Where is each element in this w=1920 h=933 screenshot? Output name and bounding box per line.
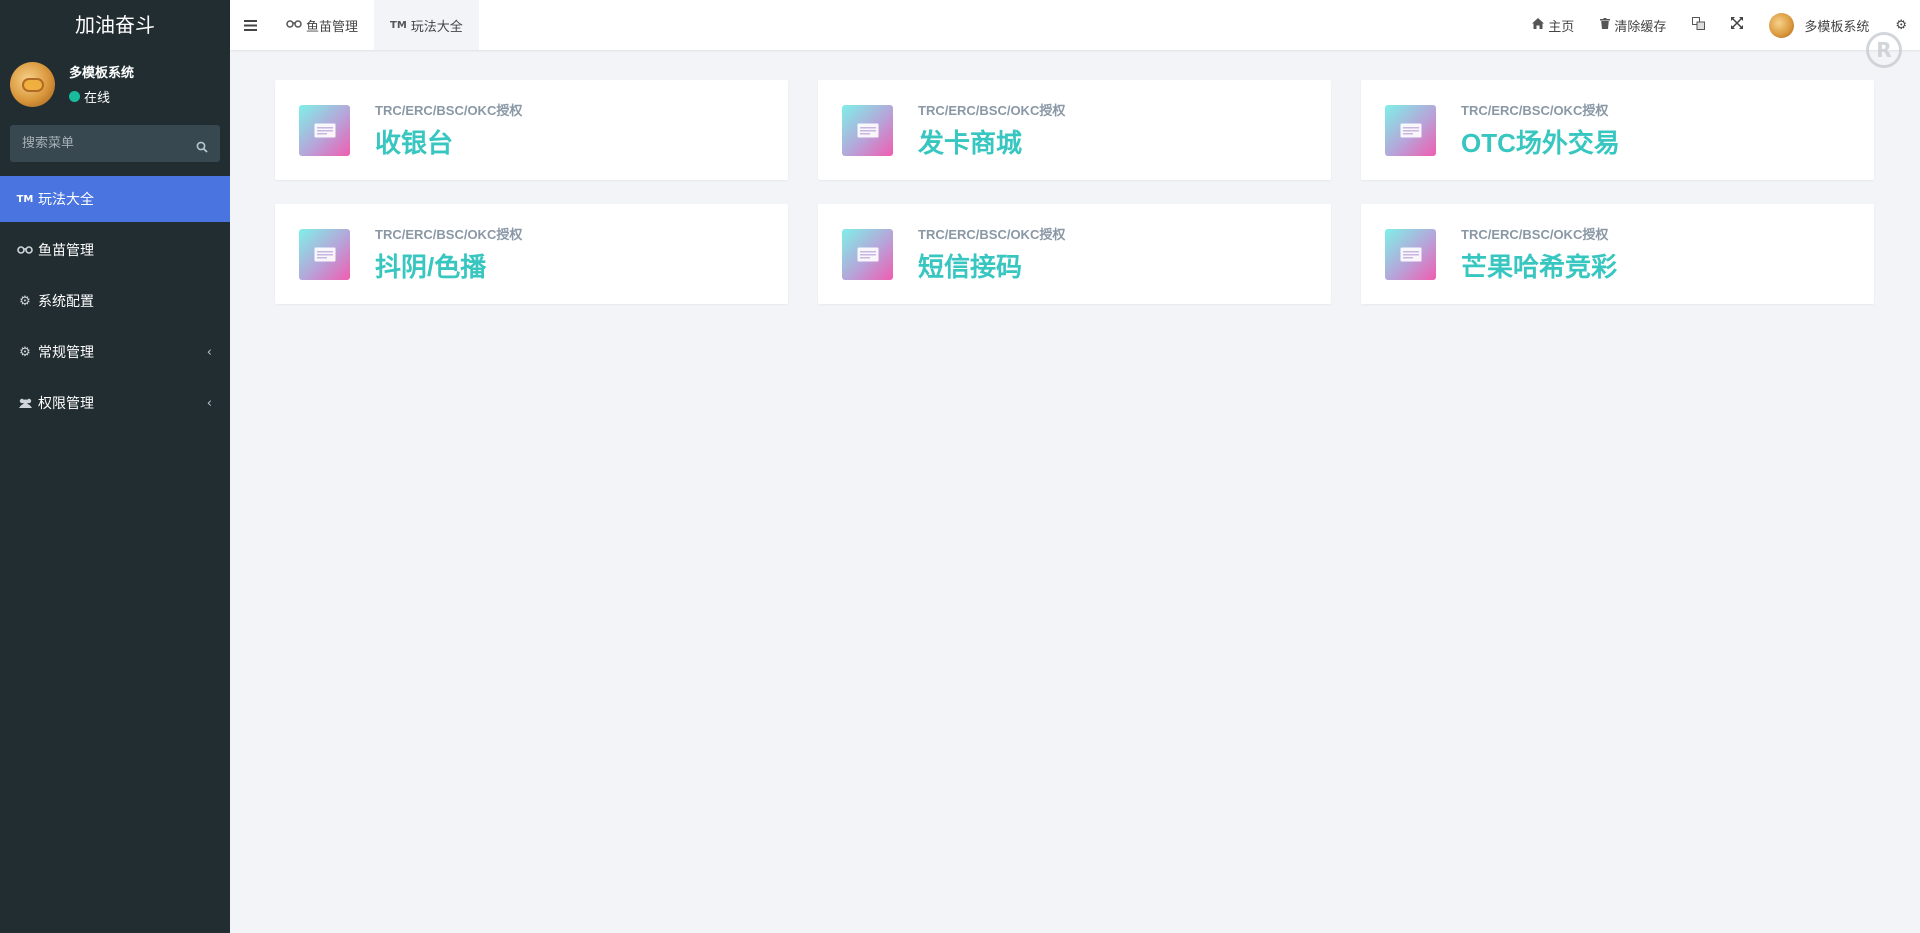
sidebar-item-permission-management[interactable]: 权限管理 ‹ bbox=[0, 380, 230, 426]
sidebar-menu: TM 玩法大全 鱼苗管理 ⚙ 系统配置 ⚙ 常规管理 ‹ 权限管理 ‹ bbox=[0, 176, 230, 426]
hamburger-menu-icon[interactable] bbox=[230, 0, 270, 50]
status-dot-icon bbox=[69, 91, 80, 102]
sidebar-item-system-config[interactable]: ⚙ 系统配置 bbox=[0, 278, 230, 324]
tab-fish-management[interactable]: 鱼苗管理 bbox=[270, 0, 374, 50]
card-icon bbox=[299, 228, 350, 280]
search-input[interactable] bbox=[22, 136, 182, 151]
sidebar-item-general-management[interactable]: ⚙ 常规管理 ‹ bbox=[0, 329, 230, 375]
card-title: 发卡商城 bbox=[918, 128, 1023, 158]
trademark-icon: TM bbox=[390, 19, 407, 31]
clear-cache-button[interactable]: 清除缓存 bbox=[1587, 0, 1679, 50]
tab-gameplay[interactable]: TM 玩法大全 bbox=[374, 0, 479, 50]
card-title: 短信接码 bbox=[918, 252, 1023, 282]
card-title: 抖阴/色播 bbox=[375, 252, 487, 282]
chevron-left-icon: ‹ bbox=[206, 396, 212, 411]
user-menu[interactable]: 多模板系统 bbox=[1756, 0, 1882, 50]
module-card[interactable]: TRC/ERC/BSC/OKC授权 收银台 bbox=[275, 80, 788, 180]
card-icon bbox=[842, 228, 893, 280]
users-icon bbox=[16, 398, 34, 409]
chevron-left-icon: ‹ bbox=[206, 345, 212, 360]
card-subtitle: TRC/ERC/BSC/OKC授权 bbox=[375, 227, 523, 242]
trademark-icon: TM bbox=[16, 193, 34, 205]
card-icon bbox=[842, 104, 893, 156]
sidebar-item-label: 系统配置 bbox=[38, 294, 94, 310]
fullscreen-button[interactable] bbox=[1718, 0, 1756, 50]
card-subtitle: TRC/ERC/BSC/OKC授权 bbox=[918, 103, 1066, 118]
card-icon bbox=[1385, 104, 1436, 156]
card-title: 芒果哈希竞彩 bbox=[1461, 252, 1618, 282]
user-panel: 多模板系统 在线 bbox=[0, 50, 230, 118]
card-title: 收银台 bbox=[375, 128, 454, 158]
card-icon bbox=[299, 104, 350, 156]
language-button[interactable] bbox=[1679, 0, 1718, 50]
module-cards: TRC/ERC/BSC/OKC授权 收银台 TRC/ERC/BSC/OKC授权 … bbox=[275, 80, 1875, 304]
cogs-icon: ⚙ bbox=[1895, 17, 1907, 33]
module-card[interactable]: TRC/ERC/BSC/OKC授权 短信接码 bbox=[818, 204, 1331, 304]
home-label: 主页 bbox=[1548, 19, 1575, 35]
card-icon bbox=[1385, 228, 1436, 280]
tab-label: 鱼苗管理 bbox=[306, 19, 359, 35]
user-info: 多模板系统 在线 bbox=[69, 62, 134, 106]
module-card[interactable]: TRC/ERC/BSC/OKC授权 芒果哈希竞彩 bbox=[1361, 204, 1874, 304]
user-status: 在线 bbox=[69, 87, 134, 106]
trash-icon bbox=[1600, 18, 1611, 32]
topbar-actions: 主页 清除缓存 多模板系统 ⚙ bbox=[1519, 0, 1920, 50]
sidebar-item-gameplay[interactable]: TM 玩法大全 bbox=[0, 176, 230, 222]
clear-cache-label: 清除缓存 bbox=[1614, 19, 1667, 35]
app-logo-title[interactable]: 加油奋斗 bbox=[0, 0, 230, 50]
menu-search bbox=[10, 125, 220, 162]
card-subtitle: TRC/ERC/BSC/OKC授权 bbox=[918, 227, 1066, 242]
module-card[interactable]: TRC/ERC/BSC/OKC授权 抖阴/色播 bbox=[275, 204, 788, 304]
user-menu-label: 多模板系统 bbox=[1804, 19, 1870, 35]
translate-icon bbox=[1692, 16, 1706, 34]
avatar bbox=[1769, 12, 1795, 38]
main-content: TRC/ERC/BSC/OKC授权 收银台 TRC/ERC/BSC/OKC授权 … bbox=[230, 50, 1920, 933]
module-card[interactable]: TRC/ERC/BSC/OKC授权 OTC场外交易 bbox=[1361, 80, 1874, 180]
binoculars-icon bbox=[286, 19, 302, 32]
topbar: 鱼苗管理 TM 玩法大全 主页 清除缓存 多模板系统 ⚙ bbox=[230, 0, 1920, 50]
card-subtitle: TRC/ERC/BSC/OKC授权 bbox=[1461, 227, 1609, 242]
sidebar: 加油奋斗 多模板系统 在线 TM 玩法大全 鱼苗管理 ⚙ 系统配置 bbox=[0, 0, 230, 933]
card-subtitle: TRC/ERC/BSC/OKC授权 bbox=[1461, 103, 1609, 118]
cogs-icon: ⚙ bbox=[19, 344, 31, 360]
user-name: 多模板系统 bbox=[69, 66, 135, 81]
card-title: OTC场外交易 bbox=[1461, 128, 1620, 158]
sidebar-item-label: 鱼苗管理 bbox=[38, 243, 94, 259]
module-card[interactable]: TRC/ERC/BSC/OKC授权 发卡商城 bbox=[818, 80, 1331, 180]
fullscreen-icon bbox=[1731, 17, 1744, 33]
binoculars-icon bbox=[16, 245, 34, 255]
sidebar-item-label: 常规管理 bbox=[38, 345, 94, 361]
gear-icon: ⚙ bbox=[19, 293, 31, 309]
search-icon[interactable] bbox=[196, 138, 208, 153]
sidebar-item-fish-management[interactable]: 鱼苗管理 bbox=[0, 227, 230, 273]
sidebar-item-label: 玩法大全 bbox=[38, 192, 94, 208]
home-icon bbox=[1532, 18, 1545, 32]
sidebar-item-label: 权限管理 bbox=[38, 396, 94, 412]
avatar bbox=[10, 61, 55, 107]
tab-label: 玩法大全 bbox=[410, 19, 463, 35]
status-label: 在线 bbox=[84, 91, 111, 106]
home-button[interactable]: 主页 bbox=[1519, 0, 1587, 50]
card-subtitle: TRC/ERC/BSC/OKC授权 bbox=[375, 103, 523, 118]
